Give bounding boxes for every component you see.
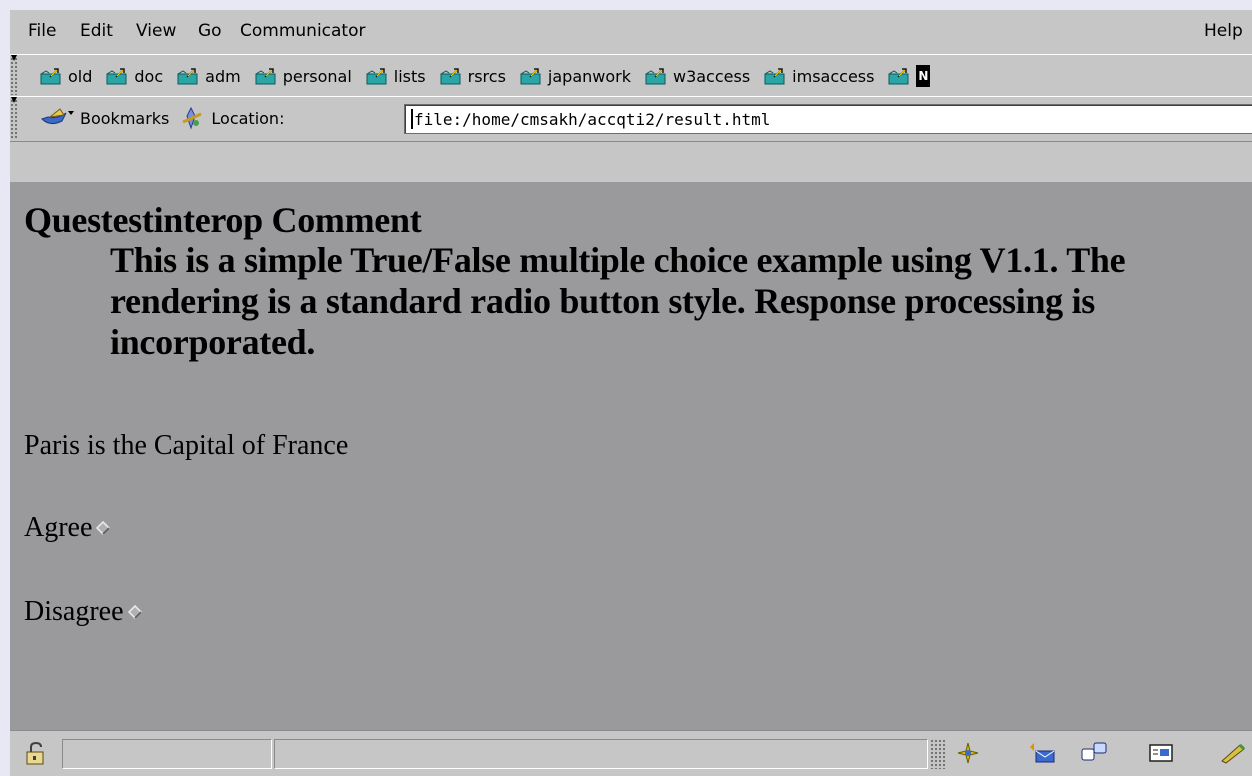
bookmark-folder-old[interactable]: old — [40, 67, 92, 86]
folder-icon — [764, 68, 785, 85]
disagree-radio-button[interactable] — [127, 605, 142, 619]
bookmarks-label[interactable]: Bookmarks — [80, 109, 169, 128]
progress-meter — [62, 739, 272, 769]
status-message — [274, 739, 928, 769]
personal-toolbar: old doc adm personal lists rsrcs japanwo… — [10, 54, 1252, 98]
bookmark-folder-label: personal — [282, 66, 352, 86]
bookmark-folder-doc[interactable]: doc — [106, 67, 163, 86]
location-label: Location: — [211, 108, 285, 128]
status-bar — [10, 730, 1252, 776]
page-title: Questestinterop Comment — [24, 200, 422, 240]
folder-icon — [40, 68, 61, 85]
question-text: Paris is the Capital of France — [24, 430, 349, 461]
taskbar-grip[interactable] — [930, 739, 946, 769]
composer-icon[interactable] — [1148, 741, 1176, 765]
bookmark-folder-personal[interactable]: personal — [255, 67, 352, 86]
bookmarks-icon[interactable] — [40, 107, 74, 129]
bookmark-folder-label: old — [68, 66, 93, 86]
choice-label: Disagree — [24, 596, 124, 627]
menu-go[interactable]: Go — [198, 21, 222, 41]
toolbar-collapse-grip[interactable] — [10, 97, 18, 139]
bookmark-folder-label: rsrcs — [467, 66, 506, 86]
folder-icon — [520, 68, 541, 85]
menubar: File Edit View Go Communicator Help — [10, 10, 1252, 55]
location-toolbar: Bookmarks Location: file:/home/cmsakh/ac… — [10, 96, 1252, 142]
folder-icon — [888, 68, 909, 85]
bookmark-folder-japanwork[interactable]: japanwork — [520, 67, 631, 86]
menu-file[interactable]: File — [28, 21, 56, 41]
bookmark-folder-lists[interactable]: lists — [366, 67, 426, 86]
navigator-icon[interactable] — [954, 741, 982, 765]
page-content: Questestinterop Comment This is a simple… — [10, 182, 1252, 730]
bookmark-folder-w3access[interactable]: w3access — [645, 67, 750, 86]
folder-icon — [177, 68, 198, 85]
bookmark-folder-label: w3access — [672, 66, 751, 86]
addressbook-icon[interactable] — [1220, 741, 1248, 765]
browser-window: File Edit View Go Communicator Help old … — [10, 10, 1252, 776]
bookmark-folder-imsaccess[interactable]: imsaccess — [764, 67, 874, 86]
netscape-n-icon: N — [916, 65, 931, 87]
agree-radio-button[interactable] — [96, 521, 111, 535]
choice-disagree: Disagree — [24, 596, 142, 628]
bookmark-folder-label: imsaccess — [792, 66, 875, 86]
choice-label: Agree — [24, 512, 93, 543]
menu-help[interactable]: Help — [1204, 21, 1243, 41]
choice-agree: Agree — [24, 512, 111, 544]
bookmark-folder-label: doc — [134, 66, 164, 86]
folder-icon — [255, 68, 276, 85]
menu-view[interactable]: View — [136, 21, 176, 41]
menu-communicator[interactable]: Communicator — [240, 21, 365, 41]
bookmark-folder-adm[interactable]: adm — [177, 67, 241, 86]
folder-icon — [440, 68, 461, 85]
url-text: file:/home/cmsakh/accqti2/result.html — [414, 110, 771, 129]
bookmark-folder-label: lists — [393, 66, 426, 86]
folder-icon — [106, 68, 127, 85]
bookmark-folder-rsrcs[interactable]: rsrcs — [440, 67, 506, 86]
folder-icon — [645, 68, 666, 85]
text-cursor — [411, 109, 413, 129]
lock-icon[interactable] — [24, 741, 50, 767]
bookmark-folder-label: adm — [205, 66, 241, 86]
folder-icon — [366, 68, 387, 85]
menu-edit[interactable]: Edit — [80, 21, 113, 41]
location-icon[interactable] — [179, 106, 205, 130]
bookmark-folder-more[interactable]: N — [888, 65, 931, 87]
bookmark-folder-label: japanwork — [547, 66, 631, 86]
toolbar-collapse-grip[interactable] — [10, 55, 18, 95]
discussion-icon[interactable] — [1080, 741, 1108, 765]
comment-text: This is a simple True/False multiple cho… — [110, 240, 1126, 362]
mail-icon[interactable] — [1028, 741, 1056, 765]
location-url-field[interactable]: file:/home/cmsakh/accqti2/result.html — [404, 104, 1252, 134]
